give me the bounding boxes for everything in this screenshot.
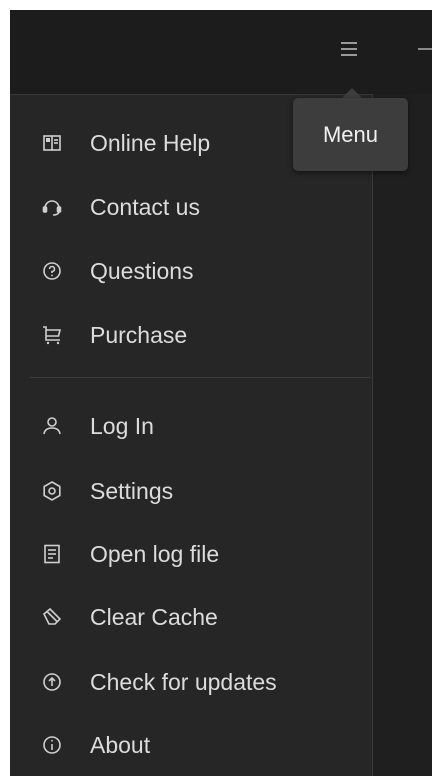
menu-item-label: Open log file	[90, 540, 220, 567]
menu-item-about[interactable]: About	[10, 719, 372, 771]
menu-item-label: Online Help	[90, 129, 211, 156]
dropdown-menu: Online Help Contact us Questions Purchas…	[10, 94, 373, 776]
headset-icon	[41, 196, 63, 218]
menu-item-clear-cache[interactable]: Clear Cache	[10, 591, 372, 643]
question-circle-icon	[41, 260, 63, 282]
menu-item-label: Check for updates	[90, 668, 277, 695]
app-window: Online Help Contact us Questions Purchas…	[10, 10, 432, 776]
hamburger-icon	[339, 40, 359, 58]
menu-item-settings[interactable]: Settings	[10, 465, 372, 517]
gear-icon	[41, 480, 63, 502]
menu-item-log-in[interactable]: Log In	[10, 400, 372, 452]
menu-item-questions[interactable]: Questions	[10, 245, 372, 297]
menu-item-label: Contact us	[90, 193, 200, 220]
menu-tooltip: Menu	[293, 98, 408, 171]
document-icon	[41, 543, 63, 565]
menu-item-open-log-file[interactable]: Open log file	[10, 528, 372, 580]
menu-item-label: Purchase	[90, 321, 188, 348]
menu-item-label: Settings	[90, 477, 174, 504]
title-bar	[10, 10, 432, 94]
cart-icon	[41, 324, 63, 346]
book-icon	[41, 132, 63, 154]
info-circle-icon	[41, 734, 63, 756]
arrow-up-circle-icon	[41, 671, 63, 693]
menu-item-label: About	[90, 731, 151, 758]
user-icon	[41, 415, 63, 437]
menu-item-check-for-updates[interactable]: Check for updates	[10, 656, 372, 708]
menu-item-label: Questions	[90, 257, 194, 284]
minimize-button[interactable]	[410, 34, 432, 64]
menu-item-purchase[interactable]: Purchase	[10, 309, 372, 361]
menu-button[interactable]	[334, 34, 364, 64]
menu-item-label: Clear Cache	[90, 603, 218, 630]
menu-item-contact-us[interactable]: Contact us	[10, 181, 372, 233]
menu-separator	[30, 377, 370, 378]
eraser-icon	[41, 606, 63, 628]
menu-item-label: Log In	[90, 412, 154, 439]
tooltip-arrow	[342, 88, 362, 98]
